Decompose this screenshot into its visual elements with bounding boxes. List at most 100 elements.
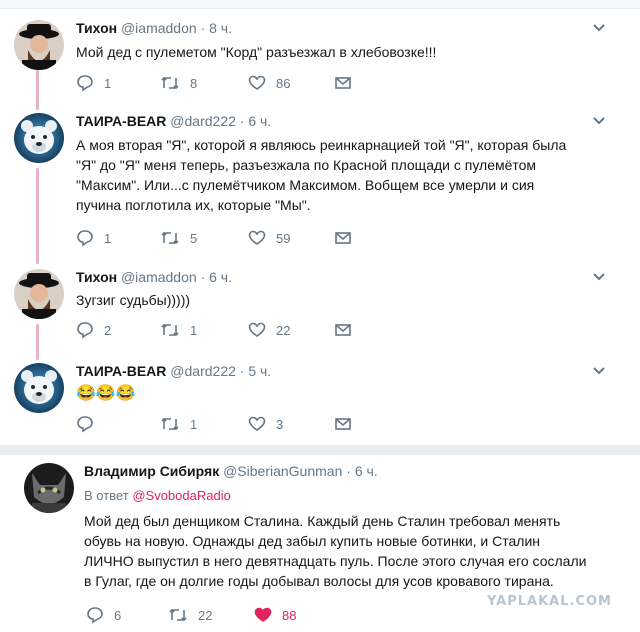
tweet: ТАИРА-BEAR @dard222 · 6 ч. А моя вторая … (0, 105, 640, 263)
author-handle[interactable]: @iamaddon (121, 20, 197, 36)
chevron-down-icon[interactable] (592, 20, 606, 37)
tweet-actions: 6 22 88 (86, 606, 366, 626)
tweet-header: Тихон @iamaddon · 6 ч. (76, 269, 232, 285)
chevron-down-icon[interactable] (592, 269, 606, 286)
reply-prefix: В ответ (84, 488, 129, 503)
tweet-text: Мой дед был денщиком Сталина. Каждый ден… (84, 511, 586, 591)
like-button[interactable]: 3 (248, 415, 283, 433)
tweet-header: Владимир Сибиряк @SiberianGunman · 6 ч. (84, 463, 378, 479)
envelope-icon (335, 418, 351, 430)
reply-count: 1 (104, 75, 112, 91)
tweet-actions: 2 1 22 (76, 321, 356, 341)
reply-icon (77, 75, 93, 92)
retweet-count: 8 (190, 75, 198, 91)
author-name[interactable]: Владимир Сибиряк (84, 463, 219, 479)
like-count: 59 (276, 230, 291, 246)
author-handle[interactable]: @dard222 (170, 113, 236, 129)
envelope-icon (335, 77, 351, 89)
message-button[interactable] (334, 415, 352, 433)
reply-icon (77, 322, 93, 339)
chevron-down-icon[interactable] (592, 363, 606, 380)
author-name[interactable]: Тихон (76, 20, 117, 36)
avatar-tikhon[interactable] (14, 269, 64, 319)
avatar-siberian-gunman[interactable] (24, 463, 74, 513)
tweet: Тихон @iamaddon · 6 ч. Зугзиг судьбы))))… (0, 263, 640, 353)
tweet-line: А моя вторая "Я", которой я являюсь реин… (76, 137, 567, 153)
reply-count: 2 (104, 322, 112, 338)
watermark: YAPLAKAL.COM (487, 594, 612, 609)
reply-button[interactable]: 1 (76, 74, 111, 92)
retweet-icon (161, 323, 179, 337)
tweet-line: 😂😂😂 (76, 385, 136, 402)
tweet-time[interactable]: · 8 ч. (201, 20, 232, 36)
like-count: 22 (276, 322, 291, 338)
avatar-image (14, 113, 64, 163)
tweet-actions: 1 5 59 (76, 229, 356, 249)
retweet-button[interactable]: 22 (168, 606, 212, 624)
author-name[interactable]: Тихон (76, 269, 117, 285)
avatar-image (14, 20, 64, 70)
avatar-taira-bear[interactable] (14, 363, 64, 413)
retweet-button[interactable]: 5 (160, 229, 197, 247)
retweet-icon (161, 231, 179, 245)
retweet-button[interactable]: 1 (160, 321, 197, 339)
reply-count: 6 (114, 607, 122, 623)
tweet-line: "Я" до "Я" меня теперь, разъезжала по Кр… (76, 157, 537, 173)
tweet-header: ТАИРА-BEAR @dard222 · 5 ч. (76, 363, 271, 379)
avatar-taira-bear[interactable] (14, 113, 64, 163)
message-button[interactable] (334, 321, 352, 339)
reply-context: В ответ @SvobodaRadio (84, 488, 231, 503)
tweet: Тихон @iamaddon · 8 ч. Мой дед с пулемет… (0, 10, 640, 105)
tweet-time[interactable]: · 6 ч. (346, 463, 377, 479)
tweet-time[interactable]: · 6 ч. (240, 113, 271, 129)
reply-icon (77, 416, 93, 433)
message-button[interactable] (334, 229, 352, 247)
author-handle[interactable]: @SiberianGunman (223, 463, 342, 479)
reply-button[interactable]: 1 (76, 229, 111, 247)
retweet-button[interactable]: 1 (160, 415, 197, 433)
envelope-icon (335, 324, 351, 336)
author-handle[interactable]: @dard222 (170, 363, 236, 379)
tweet-time[interactable]: · 5 ч. (240, 363, 271, 379)
reply-to-link[interactable]: @SvobodaRadio (132, 488, 230, 503)
heart-icon (248, 230, 266, 245)
author-name[interactable]: ТАИРА-BEAR (76, 363, 166, 379)
heart-icon (248, 75, 266, 90)
avatar-image (24, 463, 74, 513)
envelope-icon (335, 232, 351, 244)
avatar-image (14, 363, 64, 413)
like-count: 86 (276, 75, 291, 91)
retweet-count: 22 (198, 607, 213, 623)
tweet-line: в Гулаг, где он долгие годы добывал воло… (84, 573, 554, 589)
heart-icon (254, 607, 272, 622)
like-count: 3 (276, 416, 284, 432)
reply-button[interactable]: 6 (86, 606, 121, 624)
reply-button[interactable]: 2 (76, 321, 111, 339)
retweet-icon (161, 76, 179, 90)
tweet-header: ТАИРА-BEAR @dard222 · 6 ч. (76, 113, 271, 129)
reply-count: 1 (104, 230, 112, 246)
tweet-line: ЛИЧНО выпустил в него девятнадцать пуль.… (84, 553, 587, 569)
author-handle[interactable]: @iamaddon (121, 269, 197, 285)
tweet-text: Зугзиг судьбы))))) (76, 290, 190, 310)
avatar-image (14, 269, 64, 319)
like-button[interactable]: 86 (248, 74, 290, 92)
avatar-tikhon[interactable] (14, 20, 64, 70)
message-button[interactable] (334, 74, 352, 92)
section-separator (0, 445, 640, 455)
reply-button[interactable] (76, 415, 104, 433)
tweet-actions: 1 3 (76, 415, 356, 435)
like-button[interactable]: 59 (248, 229, 290, 247)
tweet-text: 😂😂😂 (76, 384, 136, 404)
tweet-line: обувь на новую. Однажды дед забыл купить… (84, 533, 540, 549)
author-name[interactable]: ТАИРА-BEAR (76, 113, 166, 129)
like-button[interactable]: 88 (254, 606, 296, 624)
tweet-time[interactable]: · 6 ч. (201, 269, 232, 285)
chevron-down-icon[interactable] (592, 113, 606, 130)
retweet-button[interactable]: 8 (160, 74, 197, 92)
reply-icon (77, 230, 93, 247)
like-button[interactable]: 22 (248, 321, 290, 339)
tweet-line: Мой дед был денщиком Сталина. Каждый ден… (84, 513, 561, 529)
retweet-icon (161, 417, 179, 431)
heart-icon (248, 416, 266, 431)
